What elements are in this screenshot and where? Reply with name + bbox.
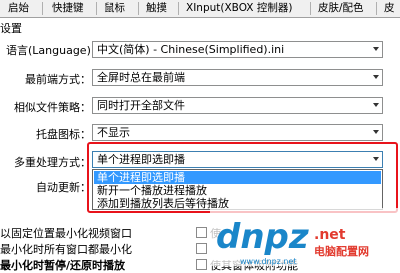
tab-xinput[interactable]: XInput(XBOX 控制器) xyxy=(186,0,292,17)
tab-separator xyxy=(178,2,179,15)
annotation-highlight-box xyxy=(87,142,398,213)
chevron-down-icon xyxy=(373,130,379,134)
tab-separator xyxy=(42,2,43,15)
chevron-down-icon xyxy=(373,75,379,79)
tab-more[interactable]: 皮 xyxy=(384,0,395,17)
tray-icon-select-value: 不显示 xyxy=(97,126,130,139)
language-select[interactable]: 中文(简体) - Chinese(Simplified).ini xyxy=(92,41,383,58)
tab-separator xyxy=(310,2,311,15)
language-select-value: 中文(简体) - Chinese(Simplified).ini xyxy=(97,43,285,56)
multi-process-label: 多重处理方式： xyxy=(14,156,91,169)
similar-files-label: 相似文件策略： xyxy=(14,101,91,114)
chevron-down-icon xyxy=(373,47,379,51)
minimize-all-windows-option[interactable]: 最小化时所有窗口都最小化 xyxy=(0,241,132,257)
watermark-logo-icon: dnpz .net 电脑配置网 www.dnpz.net xyxy=(210,208,400,266)
tray-icon-label: 托盘图标： xyxy=(36,128,91,141)
similar-files-select-value: 同时打开全部文件 xyxy=(97,99,185,112)
tab-bar: 启始 快捷键 鼠标 触摸 XInput(XBOX 控制器) 皮肤/配色 皮 xyxy=(0,0,400,18)
topmost-select[interactable]: 全屏时总在最前端 xyxy=(92,69,383,86)
tab-startup[interactable]: 启始 xyxy=(8,0,29,17)
tab-separator xyxy=(376,2,377,15)
pause-on-minimize-option[interactable]: 最小化时暂停/还原时播放 xyxy=(0,257,125,273)
tab-skin[interactable]: 皮肤/配色 xyxy=(318,0,364,17)
tab-touch[interactable]: 触摸 xyxy=(146,0,167,17)
watermark-suffix: .net xyxy=(314,227,346,243)
chevron-down-icon xyxy=(373,103,379,107)
watermark-logo: dnpz .net 电脑配置网 www.dnpz.net xyxy=(210,208,400,266)
section-title: 设置 xyxy=(0,22,22,35)
auto-update-label: 自动更新： xyxy=(36,181,91,194)
checkbox[interactable] xyxy=(196,243,207,254)
tray-icon-select[interactable]: 不显示 xyxy=(92,124,383,141)
language-label: 语言(Language)： xyxy=(6,44,102,57)
minimize-fixed-position-option[interactable]: 以固定位置最小化视频窗口 xyxy=(0,225,132,241)
watermark-subtitle: 电脑配置网 xyxy=(314,244,369,258)
tab-hotkeys[interactable]: 快捷键 xyxy=(52,0,84,17)
tab-separator xyxy=(96,2,97,15)
topmost-select-value: 全屏时总在最前端 xyxy=(97,71,185,84)
tab-mouse[interactable]: 鼠标 xyxy=(104,0,125,17)
checkbox[interactable] xyxy=(196,259,207,270)
watermark-brand: dnpz xyxy=(216,217,309,257)
watermark-url: www.dnpz.net xyxy=(240,257,297,266)
topmost-label: 最前端方式： xyxy=(25,73,91,86)
checkbox[interactable] xyxy=(196,227,207,238)
tab-separator xyxy=(138,2,139,15)
similar-files-select[interactable]: 同时打开全部文件 xyxy=(92,97,383,114)
